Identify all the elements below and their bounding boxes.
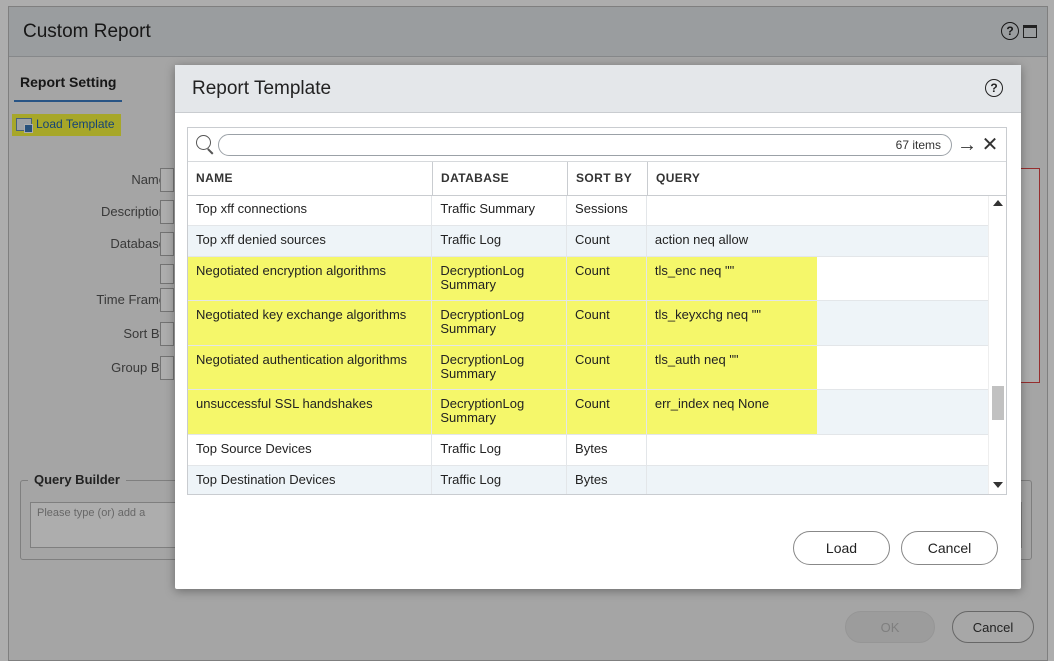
search-input[interactable]: 67 items	[218, 133, 952, 156]
cell-sort-by: Count	[567, 301, 647, 345]
column-header-query[interactable]: QUERY	[648, 162, 990, 195]
cell-database: DecryptionLog Summary	[432, 346, 568, 389]
cell-name: Top Source Devices	[188, 435, 433, 465]
cell-name: Negotiated authentication algorithms	[188, 346, 433, 389]
cancel-button[interactable]: Cancel	[901, 531, 998, 565]
table-row[interactable]: Negotiated encryption algorithms Decrypt…	[188, 257, 988, 301]
cell-name: Negotiated encryption algorithms	[188, 257, 433, 300]
table-row[interactable]: Top Source Devices Traffic Log Bytes	[188, 435, 988, 466]
load-button[interactable]: Load	[793, 531, 890, 565]
arrow-right-icon[interactable]: →	[956, 135, 978, 155]
cell-name: unsuccessful SSL handshakes	[188, 390, 433, 434]
table-row[interactable]: Top xff denied sources Traffic Log Count…	[188, 226, 988, 257]
search-row: 67 items → ✕	[188, 128, 1006, 162]
cell-sort-by: Count	[567, 226, 647, 256]
modal-title: Report Template	[192, 77, 332, 99]
grid-rows: Top xff connections Traffic Summary Sess…	[188, 196, 988, 494]
cell-sort-by: Bytes	[567, 466, 647, 494]
table-row[interactable]: unsuccessful SSL handshakes DecryptionLo…	[188, 390, 988, 435]
cell-query: tls_keyxchg neq ""	[646, 301, 988, 345]
column-header-name[interactable]: NAME	[188, 162, 433, 195]
table-row[interactable]: Top Destination Devices Traffic Log Byte…	[188, 466, 988, 494]
cell-query: err_index neq None	[646, 390, 988, 434]
cell-query	[647, 196, 988, 225]
table-row[interactable]: Top xff connections Traffic Summary Sess…	[188, 196, 988, 226]
report-template-modal: Report Template ? 67 items → ✕ NAME DATA…	[175, 65, 1021, 589]
cell-sort-by: Sessions	[567, 196, 647, 225]
cell-name: Negotiated key exchange algorithms	[188, 301, 433, 345]
help-icon[interactable]: ?	[985, 79, 1003, 97]
table-row[interactable]: Negotiated key exchange algorithms Decry…	[188, 301, 988, 346]
scroll-up-icon[interactable]	[993, 200, 1003, 206]
cell-sort-by: Count	[567, 390, 647, 434]
table-row[interactable]: Negotiated authentication algorithms Dec…	[188, 346, 988, 390]
grid-body: Top xff connections Traffic Summary Sess…	[188, 196, 1006, 494]
scroll-thumb[interactable]	[992, 386, 1004, 420]
cell-database: DecryptionLog Summary	[432, 301, 568, 345]
cell-query: tls_auth neq ""	[646, 346, 988, 389]
column-header-sort-by[interactable]: SORT BY	[568, 162, 648, 195]
cell-database: Traffic Log	[432, 466, 568, 494]
vertical-scrollbar[interactable]	[988, 196, 1006, 494]
item-count: 67 items	[895, 137, 941, 152]
cell-sort-by: Bytes	[567, 435, 647, 465]
grid-header: NAME DATABASE SORT BY QUERY	[188, 162, 1006, 196]
template-grid: 67 items → ✕ NAME DATABASE SORT BY QUERY…	[187, 127, 1007, 495]
cell-sort-by: Count	[567, 257, 647, 300]
cell-query	[647, 466, 988, 494]
modal-header: Report Template ?	[175, 65, 1021, 113]
cell-name: Top xff connections	[188, 196, 433, 225]
cell-database: DecryptionLog Summary	[432, 257, 568, 300]
cell-sort-by: Count	[567, 346, 647, 389]
cell-query	[647, 435, 988, 465]
search-icon	[194, 134, 216, 156]
column-header-database[interactable]: DATABASE	[433, 162, 568, 195]
cell-name: Top Destination Devices	[188, 466, 433, 494]
scroll-down-icon[interactable]	[993, 482, 1003, 488]
close-icon[interactable]: ✕	[980, 135, 1000, 155]
cell-database: Traffic Log	[432, 435, 568, 465]
cell-database: Traffic Summary	[432, 196, 568, 225]
cell-database: Traffic Log	[432, 226, 568, 256]
cell-database: DecryptionLog Summary	[432, 390, 568, 434]
cell-query: tls_enc neq ""	[646, 257, 988, 300]
cell-name: Top xff denied sources	[188, 226, 433, 256]
cell-query: action neq allow	[654, 232, 749, 247]
